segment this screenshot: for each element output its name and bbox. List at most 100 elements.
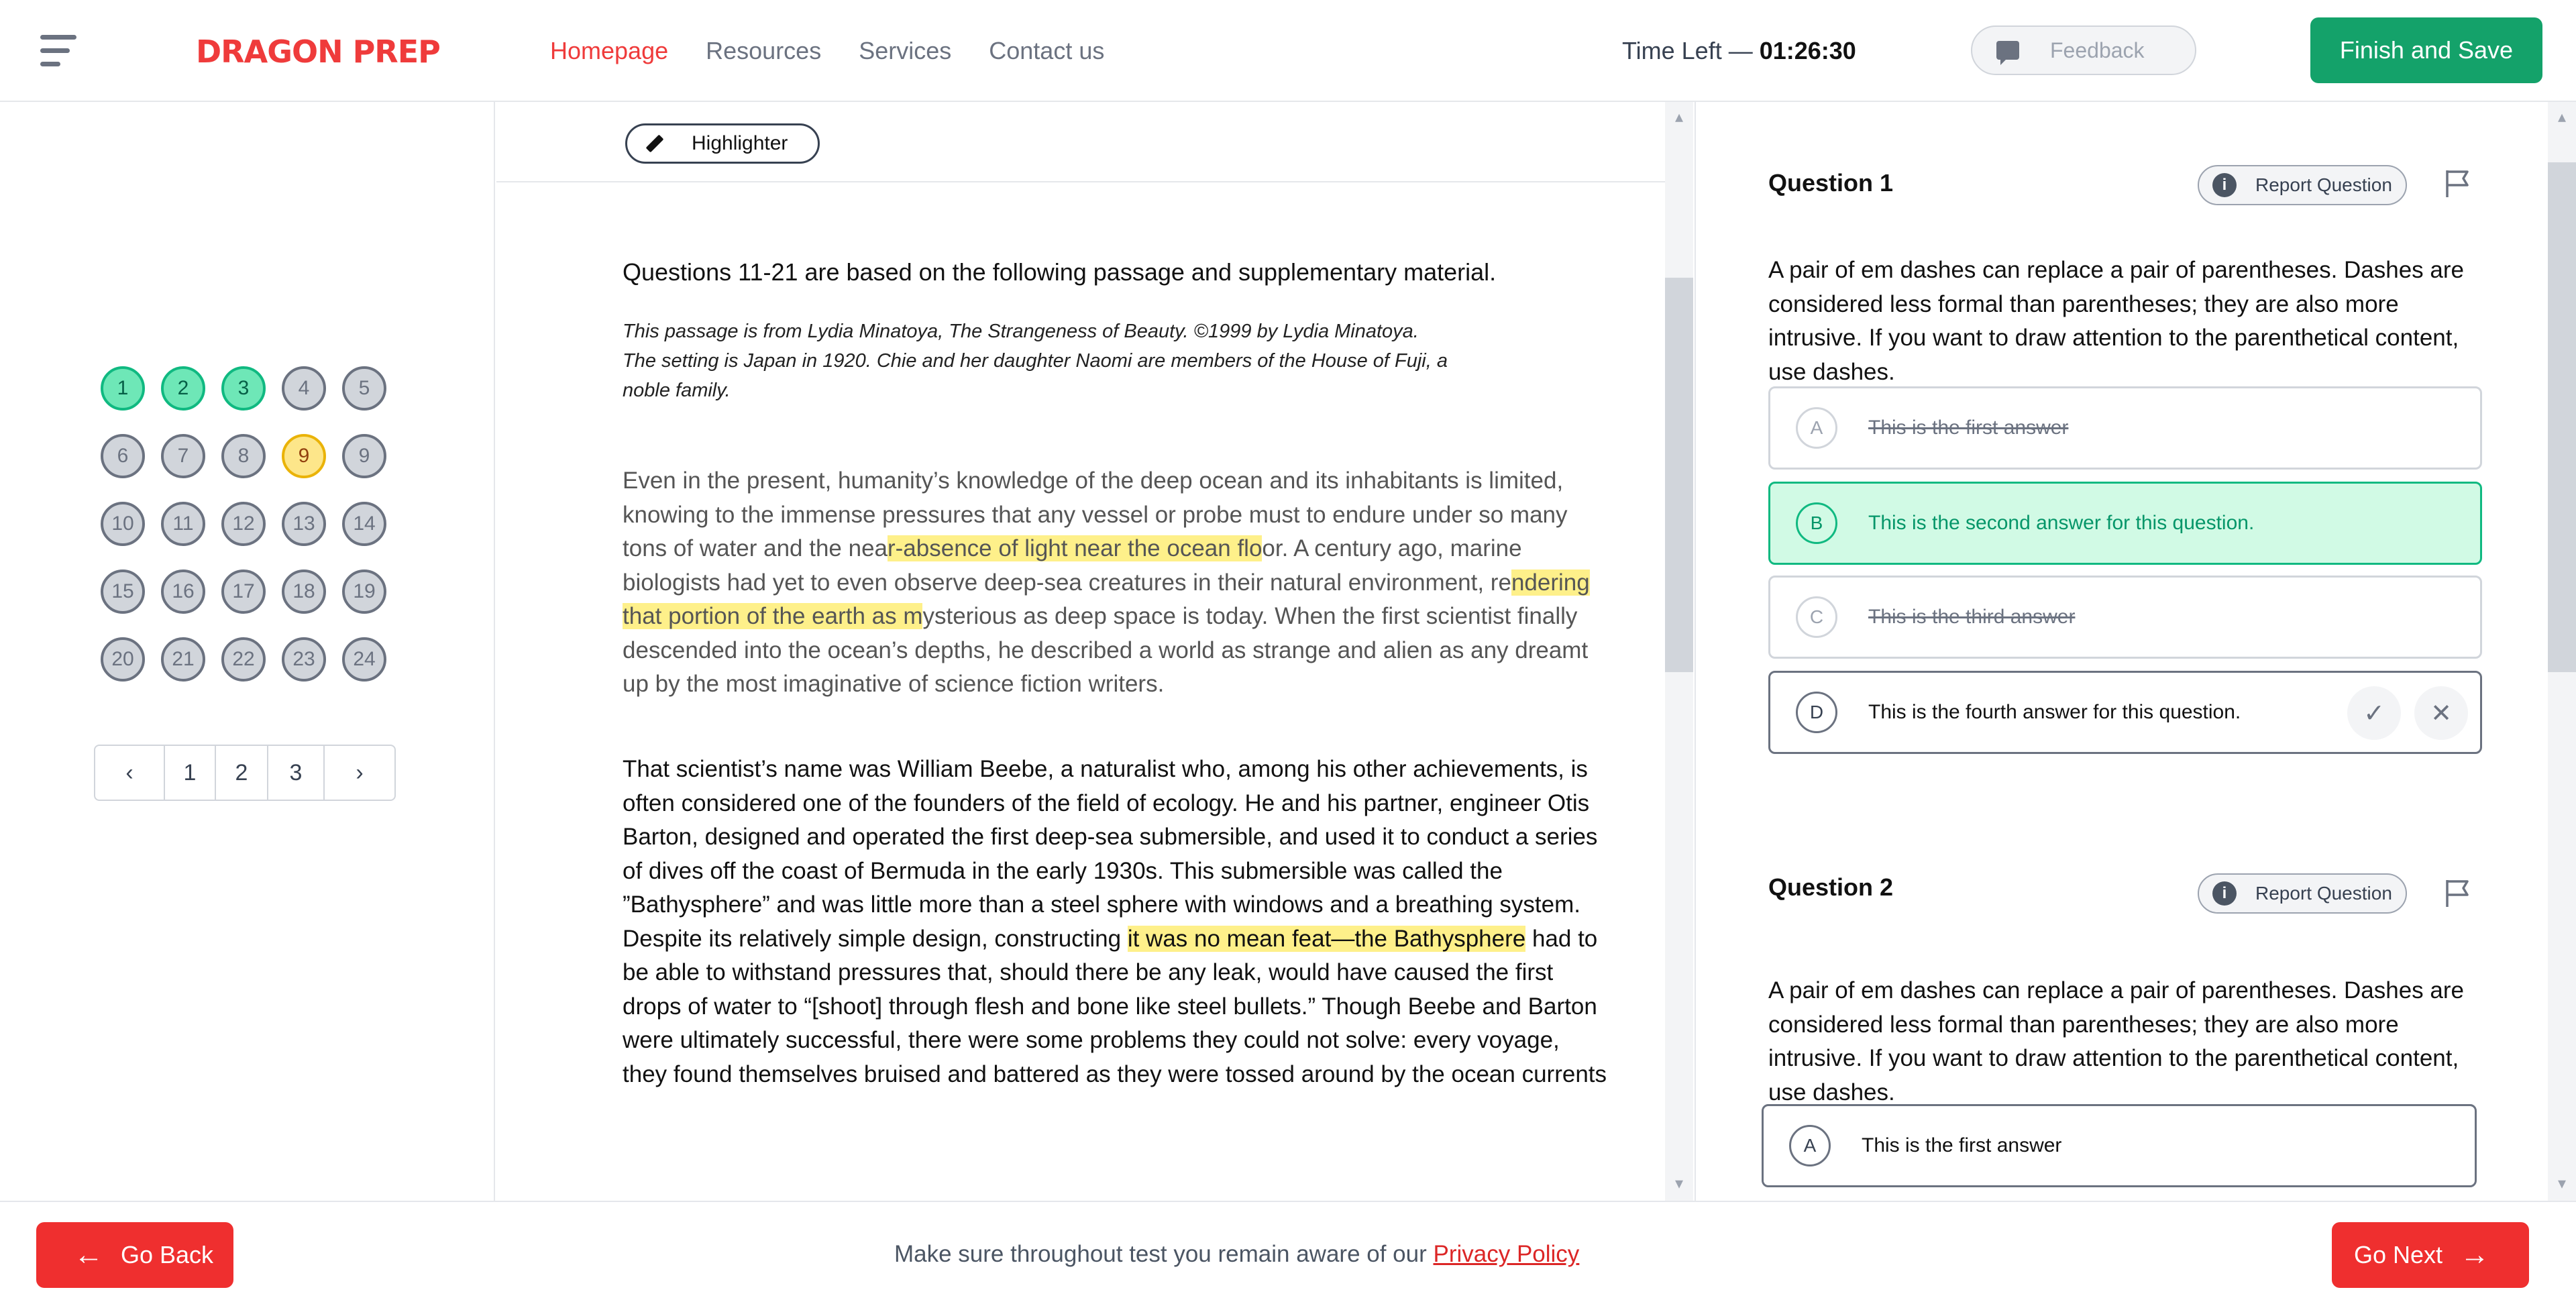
question-nav-item[interactable]: 22 — [221, 637, 266, 682]
question-nav-item[interactable]: 19 — [342, 569, 386, 614]
answer-text: This is the first answer — [1868, 417, 2069, 439]
question-nav-item[interactable]: 3 — [221, 366, 266, 411]
report-label: Report Question — [2255, 174, 2392, 195]
answer-text: This is the fourth answer for this quest… — [1868, 701, 2241, 723]
close-icon[interactable]: ✕ — [2414, 686, 2468, 740]
question-nav-item[interactable]: 16 — [161, 569, 205, 614]
question-nav-item[interactable]: 9 — [282, 434, 326, 478]
passage-scrollbar[interactable]: ▴ ▾ — [1665, 102, 1693, 1201]
feedback-label: Feedback — [2050, 38, 2145, 62]
question-nav-item[interactable]: 2 — [161, 366, 205, 411]
scroll-down-icon[interactable]: ▾ — [2553, 1175, 2571, 1193]
chevron-left-icon: ‹ — [125, 759, 133, 785]
question-nav-item[interactable]: 23 — [282, 637, 326, 682]
time-left: Time Left — 01:26:30 — [1622, 32, 1856, 70]
answer-d[interactable]: D This is the fourth answer for this que… — [1768, 671, 2482, 754]
passage-paragraph-2[interactable]: That scientist’s name was William Beebe,… — [623, 753, 1609, 1091]
question-nav-item[interactable]: 4 — [282, 366, 326, 411]
flag-icon[interactable] — [2445, 169, 2471, 199]
question-nav-item[interactable]: 7 — [161, 434, 205, 478]
go-back-label: Go Back — [120, 1241, 214, 1268]
prev-page-button[interactable]: ‹ — [95, 746, 165, 800]
answer-a[interactable]: A This is the first answer — [1762, 1104, 2477, 1187]
answer-letter: D — [1796, 692, 1837, 733]
scroll-up-icon[interactable]: ▴ — [2553, 109, 2571, 126]
report-question-button[interactable]: i Report Question — [2198, 873, 2407, 914]
highlighter-button[interactable]: Highlighter — [625, 123, 820, 164]
flag-icon[interactable] — [2445, 879, 2471, 908]
next-page-button[interactable]: › — [325, 746, 394, 800]
question-nav-item[interactable]: 12 — [221, 502, 266, 546]
answer-letter: A — [1789, 1125, 1831, 1166]
questions-scrollbar[interactable]: ▴ ▾ — [2548, 102, 2576, 1201]
passage-toolbar: Highlighter — [496, 102, 1665, 182]
page-2[interactable]: 2 — [216, 746, 268, 800]
passage-intro: Questions 11-21 are based on the followi… — [623, 258, 1497, 286]
question-1-text: A pair of em dashes can replace a pair o… — [1768, 257, 2464, 385]
go-back-button[interactable]: ← Go Back — [36, 1222, 233, 1288]
question-nav-item[interactable]: 1 — [101, 366, 145, 411]
question-nav-item[interactable]: 13 — [282, 502, 326, 546]
questions-pane: Question 1 i Report Question A pair of e… — [1695, 102, 2548, 1201]
question-nav-item[interactable]: 11 — [161, 502, 205, 546]
question-2-text: A pair of em dashes can replace a pair o… — [1768, 977, 2464, 1105]
question-1-title: Question 1 — [1768, 169, 1894, 197]
answer-a[interactable]: A This is the first answer — [1768, 386, 2482, 470]
answer-letter: C — [1796, 596, 1837, 638]
timer-label: Time Left — — [1622, 37, 1760, 64]
info-icon: i — [2212, 173, 2237, 197]
nav-contact[interactable]: Contact us — [989, 32, 1104, 70]
brand-logo[interactable]: DRAGON PREP — [196, 28, 441, 75]
scroll-down-icon[interactable]: ▾ — [1670, 1175, 1688, 1193]
question-nav-item[interactable]: 8 — [221, 434, 266, 478]
arrow-left-icon: ← — [73, 1238, 103, 1271]
notice-text: Make sure throughout test you remain awa… — [894, 1241, 1434, 1267]
question-nav-item[interactable]: 14 — [342, 502, 386, 546]
question-nav-item[interactable]: 24 — [342, 637, 386, 682]
question-nav-item[interactable]: 6 — [101, 434, 145, 478]
chevron-right-icon: › — [356, 759, 364, 785]
answer-c[interactable]: C This is the third answer — [1768, 576, 2482, 659]
scroll-up-icon[interactable]: ▴ — [1670, 109, 1688, 126]
pagination: ‹ 1 2 3 › — [94, 745, 396, 801]
privacy-policy-link[interactable]: Privacy Policy — [1433, 1241, 1579, 1267]
info-icon: i — [2212, 881, 2237, 906]
passage-text: That scientist’s name was William Beebe,… — [623, 756, 1598, 952]
question-2-title: Question 2 — [1768, 873, 1894, 901]
question-nav-item[interactable]: 18 — [282, 569, 326, 614]
passage-paragraph-1[interactable]: Even in the present, humanity’s knowledg… — [623, 464, 1609, 702]
highlighted-text: r-absence of light near the ocean flo — [888, 535, 1263, 561]
main-nav: Homepage Resources Services Contact us — [550, 32, 1104, 70]
answer-text: This is the third answer — [1868, 606, 2076, 628]
answer-b[interactable]: B This is the second answer for this que… — [1768, 482, 2482, 565]
report-label: Report Question — [2255, 883, 2392, 904]
scrollbar-thumb[interactable] — [1665, 278, 1693, 672]
check-icon[interactable]: ✓ — [2347, 686, 2401, 740]
question-nav-item[interactable]: 20 — [101, 637, 145, 682]
nav-services[interactable]: Services — [859, 32, 951, 70]
top-header: DRAGON PREP Homepage Resources Services … — [0, 0, 2576, 102]
scrollbar-thumb[interactable] — [2548, 162, 2576, 672]
go-next-button[interactable]: Go Next → — [2332, 1222, 2529, 1288]
question-nav-item[interactable]: 17 — [221, 569, 266, 614]
passage-pane: Highlighter Questions 11-21 are based on… — [496, 102, 1665, 1201]
arrow-right-icon: → — [2460, 1238, 2490, 1271]
question-nav-item[interactable]: 5 — [342, 366, 386, 411]
passage-source: This passage is from Lydia Minatoya, The… — [623, 321, 1448, 401]
page-1[interactable]: 1 — [165, 746, 216, 800]
finish-and-save-button[interactable]: Finish and Save — [2310, 17, 2542, 83]
question-nav-item[interactable]: 21 — [161, 637, 205, 682]
answer-letter: B — [1796, 502, 1837, 544]
go-next-label: Go Next — [2353, 1241, 2443, 1268]
question-nav-item[interactable]: 10 — [101, 502, 145, 546]
nav-homepage[interactable]: Homepage — [550, 32, 668, 70]
exam-app: DRAGON PREP Homepage Resources Services … — [0, 0, 2576, 1304]
question-nav-item[interactable]: 15 — [101, 569, 145, 614]
report-question-button[interactable]: i Report Question — [2198, 165, 2407, 205]
feedback-button[interactable]: Feedback — [1971, 25, 2196, 75]
nav-resources[interactable]: Resources — [706, 32, 821, 70]
page-3[interactable]: 3 — [268, 746, 325, 800]
question-nav-item[interactable]: 9 — [342, 434, 386, 478]
question-navigator: 1 2 3 4 5 6 7 8 9 9 10 11 12 13 14 15 16 17 18 19 20 21 22 23 24… — [0, 102, 495, 1201]
hamburger-menu-icon[interactable] — [40, 35, 76, 67]
